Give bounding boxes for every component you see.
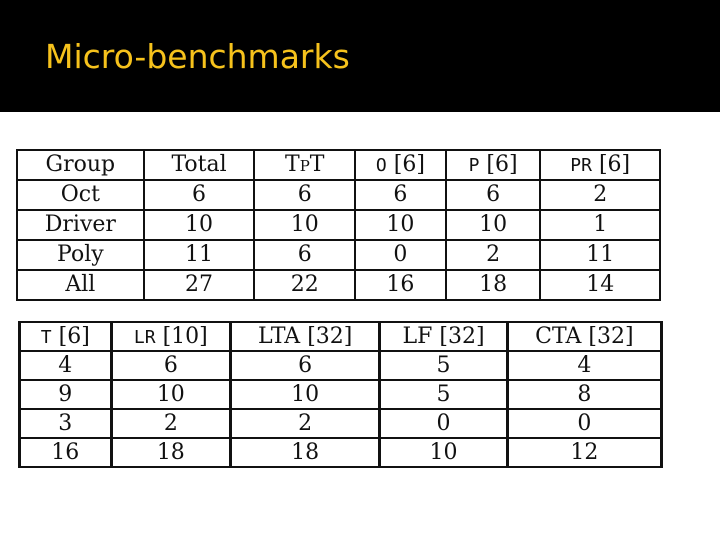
- benchmark-table-top: Group Total TpT O [6] P [6] PR [6] Oct 6…: [16, 149, 661, 301]
- header-lr: LR [10]: [109, 321, 233, 352]
- value-cell: 2: [444, 239, 542, 271]
- group-cell: Driver: [16, 209, 145, 241]
- value-cell: 18: [109, 437, 233, 468]
- header-group: Group: [16, 149, 145, 181]
- table-header-row: T [6] LR [10] LTA [32] LF [32] CTA [32]: [18, 321, 664, 352]
- value-cell: 1: [539, 209, 661, 241]
- value-cell: 10: [378, 437, 509, 468]
- table-row: 4 6 6 5 4: [18, 350, 664, 381]
- value-cell: 6: [354, 179, 447, 211]
- table-header-row: Group Total TpT O [6] P [6] PR [6]: [16, 149, 661, 181]
- value-cell: 10: [229, 379, 382, 410]
- table-row: 3 2 2 0 0: [18, 408, 664, 439]
- table-row: All 27 22 16 18 14: [16, 269, 661, 301]
- value-cell: 6: [253, 179, 357, 211]
- value-cell: 10: [109, 379, 233, 410]
- header-o: O [6]: [354, 149, 447, 181]
- value-cell: 10: [444, 209, 542, 241]
- value-cell: 22: [253, 269, 357, 301]
- value-cell: 10: [142, 209, 256, 241]
- header-lta: LTA [32]: [229, 321, 382, 352]
- value-cell: 10: [253, 209, 357, 241]
- value-cell: 2: [229, 408, 382, 439]
- value-cell: 2: [109, 408, 233, 439]
- value-cell: 0: [354, 239, 447, 271]
- header-cta: CTA [32]: [505, 321, 664, 352]
- value-cell: 6: [142, 179, 256, 211]
- header-p: P [6]: [444, 149, 542, 181]
- value-cell: 16: [18, 437, 113, 468]
- value-cell: 0: [505, 408, 664, 439]
- value-cell: 0: [378, 408, 509, 439]
- group-cell: All: [16, 269, 145, 301]
- value-cell: 3: [18, 408, 113, 439]
- value-cell: 18: [229, 437, 382, 468]
- header-tpt: TpT: [253, 149, 357, 181]
- table-row: Poly 11 6 0 2 11: [16, 239, 661, 271]
- value-cell: 4: [505, 350, 664, 381]
- value-cell: 16: [354, 269, 447, 301]
- group-cell: Oct: [16, 179, 145, 211]
- value-cell: 11: [539, 239, 661, 271]
- header-total: Total: [142, 149, 256, 181]
- value-cell: 4: [18, 350, 113, 381]
- table-row: Driver 10 10 10 10 1: [16, 209, 661, 241]
- slide-title: Micro-benchmarks: [45, 37, 350, 76]
- value-cell: 11: [142, 239, 256, 271]
- value-cell: 6: [444, 179, 542, 211]
- value-cell: 2: [539, 179, 661, 211]
- header-pr: PR [6]: [539, 149, 661, 181]
- benchmark-table-bottom: T [6] LR [10] LTA [32] LF [32] CTA [32] …: [18, 321, 664, 468]
- table-row: Oct 6 6 6 6 2: [16, 179, 661, 211]
- value-cell: 10: [354, 209, 447, 241]
- table-row: 16 18 18 10 12: [18, 437, 664, 468]
- value-cell: 6: [229, 350, 382, 381]
- value-cell: 18: [444, 269, 542, 301]
- value-cell: 9: [18, 379, 113, 410]
- value-cell: 6: [109, 350, 233, 381]
- value-cell: 27: [142, 269, 256, 301]
- header-t: T [6]: [18, 321, 113, 352]
- header-lf: LF [32]: [378, 321, 509, 352]
- table-row: 9 10 10 5 8: [18, 379, 664, 410]
- group-cell: Poly: [16, 239, 145, 271]
- value-cell: 5: [378, 350, 509, 381]
- value-cell: 6: [253, 239, 357, 271]
- title-bar: Micro-benchmarks: [0, 0, 720, 112]
- value-cell: 12: [505, 437, 664, 468]
- value-cell: 8: [505, 379, 664, 410]
- value-cell: 14: [539, 269, 661, 301]
- value-cell: 5: [378, 379, 509, 410]
